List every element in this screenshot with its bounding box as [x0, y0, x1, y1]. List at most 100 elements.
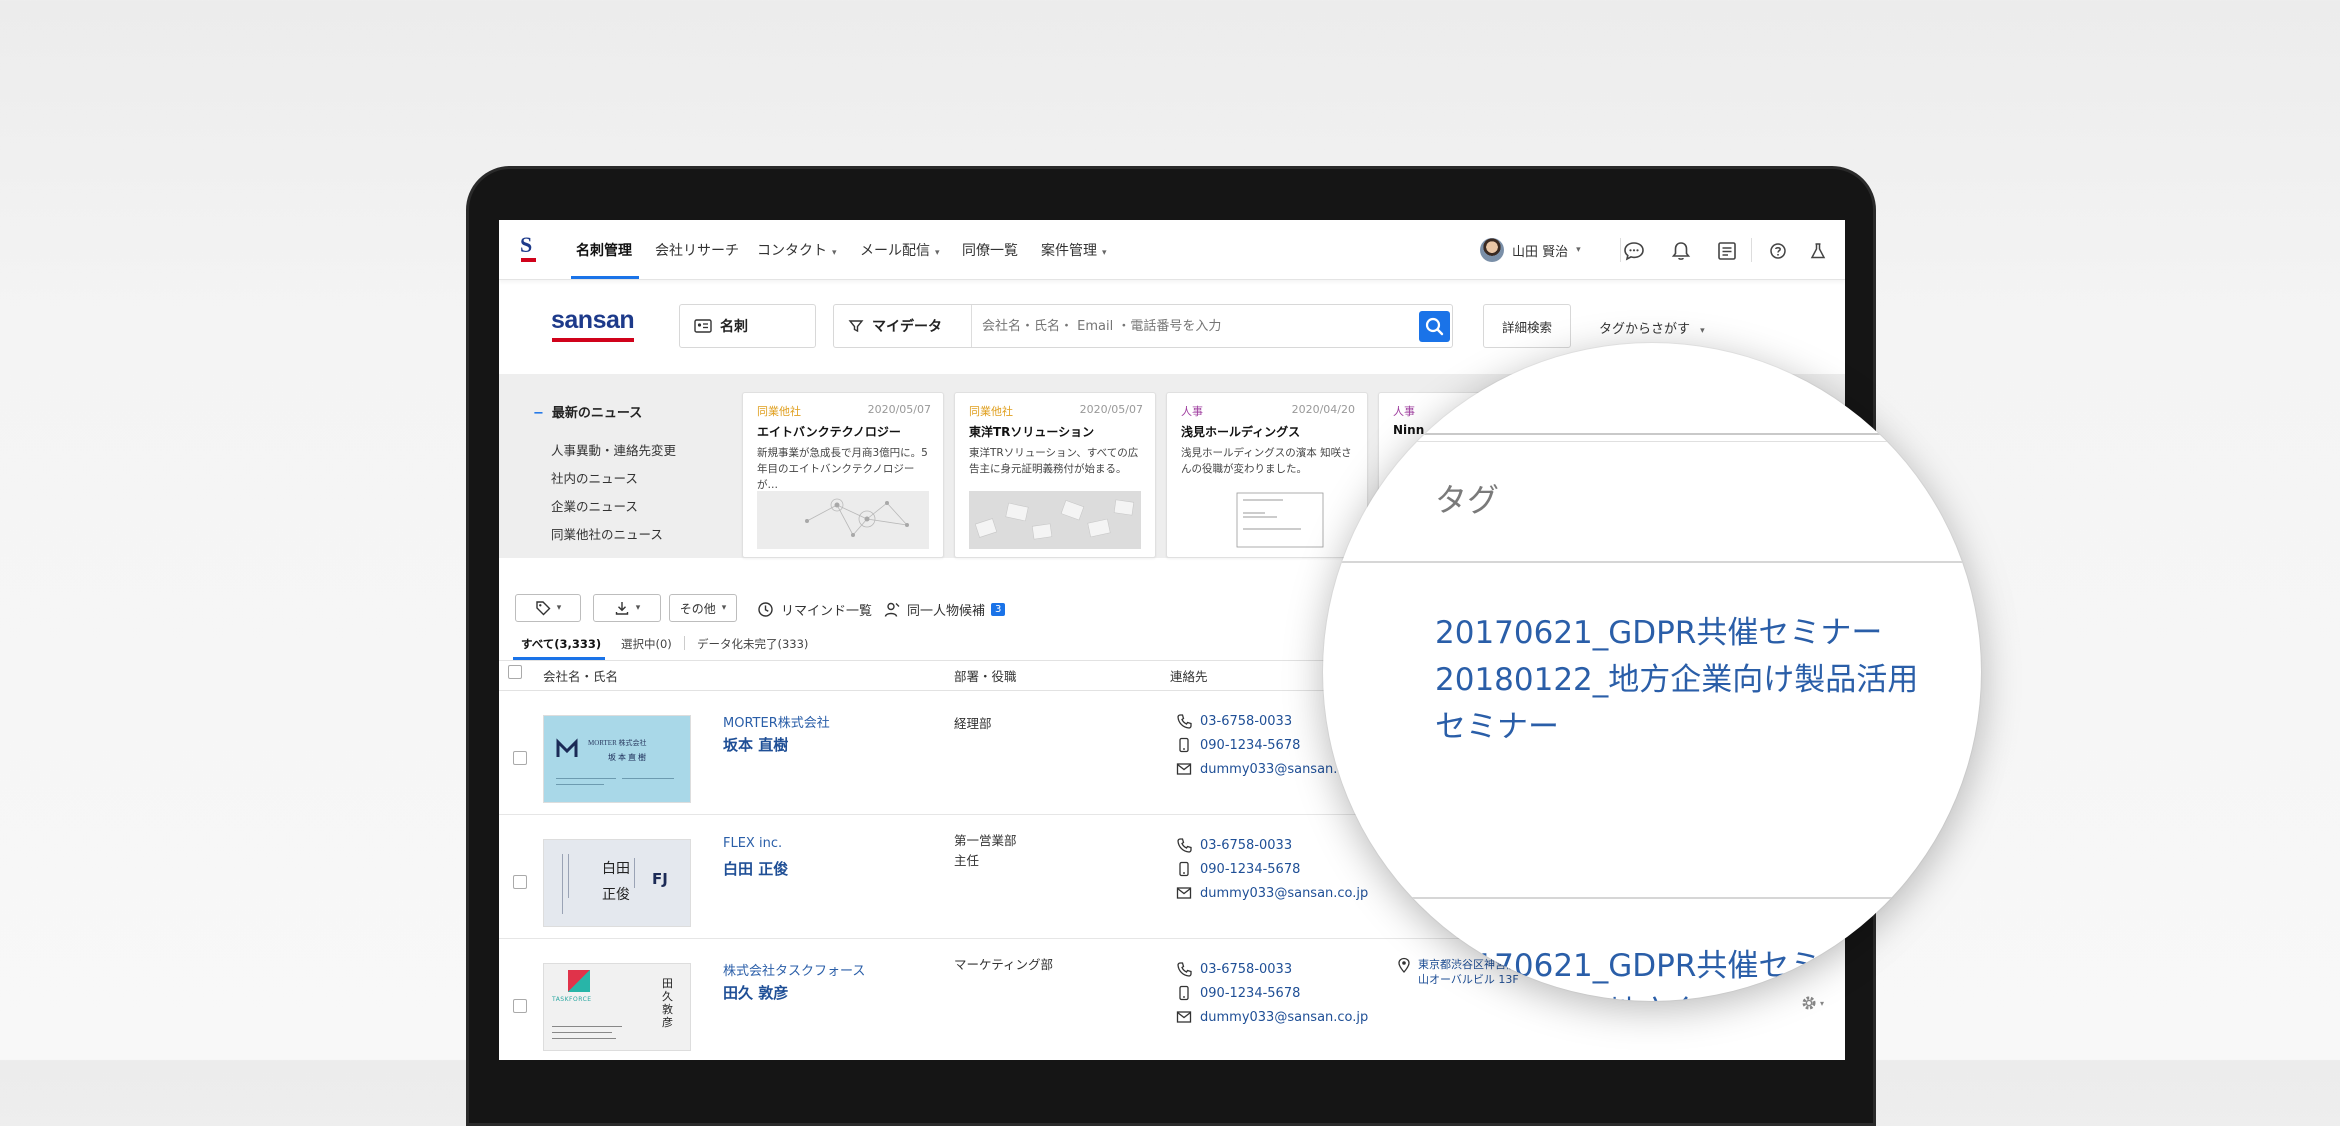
news-link[interactable]: 企業のニュース — [551, 496, 638, 515]
tag-link[interactable]: 20180122_地方企業向け製品活用 — [1435, 987, 1918, 1001]
divider — [1323, 897, 1981, 899]
tag-search-dropdown[interactable]: タグからさがす ▾ — [1599, 318, 1705, 337]
help-icon[interactable] — [1769, 242, 1787, 260]
flask-icon[interactable] — [1810, 242, 1826, 260]
column-header[interactable]: 部署・役職 — [954, 666, 1017, 685]
tag-link[interactable]: セミナー — [1435, 701, 1559, 746]
business-card-thumbnail[interactable]: TASKFORCE 田久 敦彦 — [543, 963, 691, 1051]
phone-number[interactable]: 03-6758-0033 — [1176, 961, 1292, 977]
phone-icon — [1177, 714, 1192, 729]
lens-top-rule — [1323, 433, 1981, 435]
select-all-checkbox[interactable] — [508, 665, 522, 679]
tag-link[interactable]: 20170621_GDPR共催セミナー — [1435, 940, 1882, 985]
news-card[interactable]: 同業他社 2020/05/07 東洋TRソリューション 東洋TRソリューション、… — [954, 392, 1156, 558]
business-card-icon — [694, 319, 712, 333]
news-link[interactable]: 社内のニュース — [551, 468, 638, 487]
same-person-link[interactable]: 同一人物候補 3 — [884, 600, 1006, 619]
email-address[interactable]: dummy033@sansan.co.jp — [1176, 1009, 1368, 1025]
mail-icon — [1176, 887, 1192, 899]
news-title: 東洋TRソリューション — [969, 425, 1095, 439]
person-name-link[interactable]: 田久 敦彦 — [723, 982, 788, 1003]
news-card[interactable]: 人事 2020/04/20 浅見ホールディングス 浅見ホールディングスの濱本 知… — [1166, 392, 1368, 558]
other-menu-button[interactable]: その他 ▾ — [669, 594, 737, 622]
column-header[interactable]: 連絡先 — [1170, 666, 1208, 685]
mobile-number[interactable]: 090-1234-5678 — [1176, 737, 1300, 753]
business-card-thumbnail[interactable]: 白田 正俊 FJ — [543, 839, 691, 927]
search-icon — [1425, 317, 1444, 336]
company-name-link[interactable]: 株式会社タスクフォース — [723, 960, 865, 979]
tab-all[interactable]: すべて(3,333) — [521, 636, 601, 652]
count-badge: 3 — [991, 603, 1006, 616]
location-icon — [1398, 957, 1410, 973]
company-name-link[interactable]: MORTER株式会社 — [723, 712, 830, 731]
news-card[interactable]: 同業他社 2020/05/07 エイトバンクテクノロジー 新規事業が急成長で月商… — [742, 392, 944, 558]
search-input[interactable] — [980, 312, 1410, 340]
news-heading[interactable]: − 最新のニュース — [533, 402, 642, 421]
news-tag: 同業他社 — [757, 405, 801, 418]
row-checkbox[interactable] — [513, 751, 527, 765]
nav-company-research[interactable]: 会社リサーチ — [655, 240, 739, 260]
person-icon — [884, 602, 900, 617]
morter-logo — [556, 738, 578, 757]
brand-logo[interactable]: sansan — [551, 306, 637, 346]
chevron-down-icon: ▾ — [832, 248, 837, 258]
column-header[interactable]: 会社名・氏名 — [543, 666, 618, 685]
nav-contact[interactable]: コンタクト ▾ — [757, 240, 837, 260]
chevron-down-icon: ▾ — [935, 248, 940, 258]
tag-link[interactable]: 20180122_地方企業向け製品活用 — [1435, 654, 1918, 699]
mobile-number[interactable]: 090-1234-5678 — [1176, 985, 1300, 1001]
remind-list-link[interactable]: リマインド一覧 — [757, 600, 872, 619]
my-data-filter[interactable]: マイデータ — [834, 305, 972, 347]
mobile-number[interactable]: 090-1234-5678 — [1176, 861, 1300, 877]
chevron-down-icon: ▾ — [1102, 248, 1107, 258]
news-tag: 人事 — [1393, 405, 1415, 418]
news-title: 浅見ホールディングス — [1181, 425, 1301, 439]
chat-icon[interactable] — [1623, 240, 1645, 262]
bell-icon[interactable] — [1670, 240, 1692, 262]
person-name-link[interactable]: 白田 正俊 — [723, 858, 788, 879]
avatar — [1480, 238, 1504, 262]
tab-selected[interactable]: 選択中(0) — [621, 636, 672, 652]
user-menu[interactable]: 山田 賢治 ▾ — [1480, 235, 1581, 265]
download-button[interactable]: ▾ — [593, 594, 661, 622]
tag-button[interactable]: ▾ — [515, 594, 581, 622]
mail-icon — [1176, 1011, 1192, 1023]
card-name-text: 坂 本 直 樹 — [608, 753, 646, 762]
business-card-image — [1181, 491, 1353, 549]
chevron-down-icon: ▾ — [1576, 245, 1581, 255]
phone-number[interactable]: 03-6758-0033 — [1176, 837, 1292, 853]
person-name-link[interactable]: 坂本 直樹 — [723, 734, 788, 755]
news-link[interactable]: 人事異動・連絡先変更 — [551, 440, 676, 459]
nav-deals[interactable]: 案件管理 ▾ — [1041, 240, 1107, 260]
news-date: 2020/05/07 — [867, 403, 931, 416]
phone-icon — [1177, 838, 1192, 853]
phone-number[interactable]: 03-6758-0033 — [1176, 713, 1292, 729]
chevron-down-icon: ▾ — [556, 603, 562, 613]
nav-mail-delivery[interactable]: メール配信 ▾ — [860, 240, 940, 260]
tag-link[interactable]: 20170621_GDPR共催セミナー — [1435, 607, 1882, 652]
search-button[interactable] — [1419, 311, 1450, 342]
card-list-icon[interactable] — [1716, 240, 1738, 262]
news-link[interactable]: 同業他社のニュース — [551, 524, 663, 543]
sansan-s-logo[interactable]: S — [519, 232, 539, 264]
news-body: 東洋TRソリューション、すべての広告主に身元証明義務付が始まる。 — [969, 447, 1139, 475]
company-name-link[interactable]: FLEX inc. — [723, 836, 782, 851]
department: 経理部 — [954, 716, 992, 731]
news-tag: 同業他社 — [969, 405, 1013, 418]
mobile-icon — [1179, 985, 1189, 1001]
advanced-search-button[interactable]: 詳細検索 — [1483, 304, 1571, 348]
business-card-thumbnail[interactable]: MORTER 株式会社 坂 本 直 樹 — [543, 715, 691, 803]
mail-icon — [1176, 763, 1192, 775]
news-title: エイトバンクテクノロジー — [757, 425, 901, 439]
card-name-text: 白田 — [602, 862, 630, 877]
nav-business-cards[interactable]: 名刺管理 — [576, 240, 632, 260]
tab-incomplete[interactable]: データ化未完了(333) — [697, 636, 808, 652]
network-image — [757, 491, 929, 549]
search-type-select[interactable]: 名刺 — [679, 304, 816, 348]
row-checkbox[interactable] — [513, 875, 527, 889]
phone-icon — [1177, 962, 1192, 977]
row-checkbox[interactable] — [513, 999, 527, 1013]
tag-icon — [536, 601, 551, 616]
mobile-icon — [1179, 737, 1189, 753]
nav-colleagues[interactable]: 同僚一覧 — [962, 240, 1018, 260]
